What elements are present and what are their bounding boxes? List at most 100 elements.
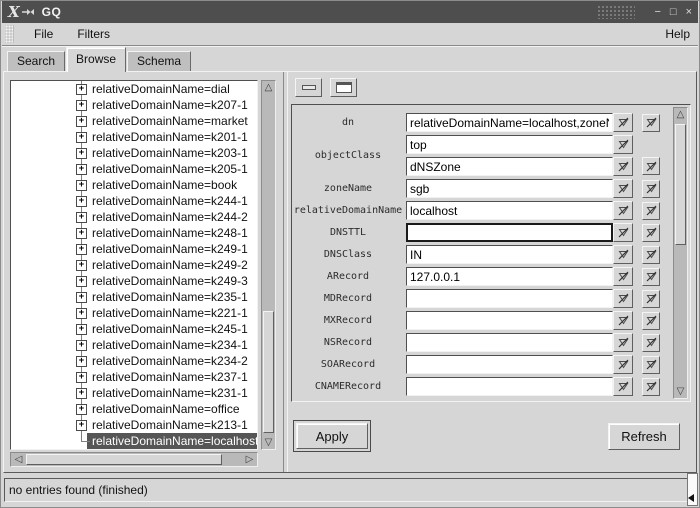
attribute-value-input[interactable] [406, 157, 613, 176]
expand-plus-icon[interactable]: + [76, 388, 87, 399]
attribute-value-input[interactable] [406, 179, 613, 198]
expand-entry-button[interactable] [330, 78, 357, 97]
expand-plus-icon[interactable]: + [76, 148, 87, 159]
scrollbar-thumb[interactable] [26, 454, 222, 465]
tree-row[interactable]: + relativeDomainName=k237-1 [11, 369, 257, 385]
scroll-up-icon[interactable]: △ [262, 81, 275, 94]
tree-row[interactable]: + relativeDomainName=k244-1 [11, 193, 257, 209]
tree-row[interactable]: + relativeDomainName=dial [11, 81, 257, 97]
value-edit-button[interactable] [613, 223, 633, 242]
scrollbar-thumb[interactable] [675, 124, 686, 245]
value-edit-button[interactable] [613, 355, 633, 374]
add-value-button[interactable] [642, 290, 660, 308]
add-value-button[interactable] [642, 334, 660, 352]
tree-row[interactable]: + relativeDomainName=office [11, 401, 257, 417]
tree-row[interactable]: + relativeDomainName=k235-1 [11, 289, 257, 305]
add-value-button[interactable] [642, 180, 660, 198]
expand-plus-icon[interactable]: + [76, 132, 87, 143]
expand-plus-icon[interactable]: + [76, 292, 87, 303]
apply-button[interactable]: Apply [296, 423, 368, 449]
expand-plus-icon[interactable]: + [76, 276, 87, 287]
attribute-value-input[interactable] [406, 355, 613, 374]
value-edit-button[interactable] [613, 179, 633, 198]
expand-plus-icon[interactable]: + [76, 100, 87, 111]
browse-tree[interactable]: + relativeDomainName=dial + relativeDoma… [10, 80, 258, 450]
add-value-button[interactable] [642, 312, 660, 330]
scroll-down-icon[interactable]: ▽ [674, 385, 687, 398]
add-value-button[interactable] [642, 224, 660, 242]
expand-plus-icon[interactable]: + [76, 116, 87, 127]
maximize-icon[interactable]: □ [670, 7, 677, 18]
attribute-value-input[interactable] [406, 223, 613, 242]
scroll-down-icon[interactable]: ▽ [262, 436, 275, 449]
value-edit-button[interactable] [613, 333, 633, 352]
attribute-value-input[interactable] [406, 311, 613, 330]
attribute-value-input[interactable] [406, 333, 613, 352]
tree-row[interactable]: + relativeDomainName=k234-2 [11, 353, 257, 369]
tree-row[interactable]: relativeDomainName=localhost [11, 433, 257, 449]
menu-filters[interactable]: Filters [65, 24, 122, 44]
attribute-value-input[interactable] [406, 201, 613, 220]
expand-plus-icon[interactable]: + [76, 356, 87, 367]
scroll-up-icon[interactable]: △ [674, 108, 687, 121]
scroll-left-icon[interactable]: ◁ [12, 453, 25, 466]
tree-row[interactable]: + relativeDomainName=k207-1 [11, 97, 257, 113]
form-vertical-scrollbar[interactable]: △ ▽ [673, 107, 688, 399]
collapse-entry-button[interactable] [295, 78, 322, 97]
tree-row[interactable]: + relativeDomainName=market [11, 113, 257, 129]
attribute-value-input[interactable] [406, 267, 613, 286]
scroll-right-icon[interactable]: ▷ [243, 453, 256, 466]
expand-plus-icon[interactable]: + [76, 260, 87, 271]
tree-vertical-scrollbar[interactable]: △ ▽ [261, 80, 276, 450]
tree-horizontal-scrollbar[interactable]: ◁ ▷ [10, 452, 258, 467]
add-value-button[interactable] [642, 202, 660, 220]
tree-row[interactable]: + relativeDomainName=k244-2 [11, 209, 257, 225]
expand-plus-icon[interactable]: + [76, 212, 87, 223]
expand-plus-icon[interactable]: + [76, 228, 87, 239]
scrollbar-thumb[interactable] [263, 311, 274, 433]
tree-row[interactable]: + relativeDomainName=k221-1 [11, 305, 257, 321]
attribute-value-input[interactable] [406, 135, 613, 154]
value-edit-button[interactable] [613, 201, 633, 220]
add-value-button[interactable] [642, 157, 660, 175]
value-edit-button[interactable] [613, 113, 633, 132]
attribute-value-input[interactable] [406, 245, 613, 264]
value-edit-button[interactable] [613, 267, 633, 286]
add-value-button[interactable] [642, 378, 660, 396]
value-edit-button[interactable] [613, 311, 633, 330]
expand-plus-icon[interactable]: + [76, 420, 87, 431]
expand-plus-icon[interactable]: + [76, 84, 87, 95]
value-edit-button[interactable] [613, 245, 633, 264]
tree-row[interactable]: + relativeDomainName=k234-1 [11, 337, 257, 353]
tree-row[interactable]: + relativeDomainName=k201-1 [11, 129, 257, 145]
expand-plus-icon[interactable]: + [76, 244, 87, 255]
pane-splitter[interactable] [283, 72, 288, 472]
close-icon[interactable]: × [686, 7, 692, 18]
tab-search[interactable]: Search [7, 51, 65, 72]
value-edit-button[interactable] [613, 377, 633, 396]
value-edit-button[interactable] [613, 289, 633, 308]
tree-row[interactable]: + relativeDomainName=k213-1 [11, 417, 257, 433]
menu-file[interactable]: File [22, 24, 65, 44]
tab-browse[interactable]: Browse [66, 47, 126, 72]
add-value-button[interactable] [642, 356, 660, 374]
add-value-button[interactable] [642, 114, 660, 132]
expand-plus-icon[interactable]: + [76, 324, 87, 335]
tab-schema[interactable]: Schema [127, 51, 191, 72]
expand-plus-icon[interactable]: + [76, 372, 87, 383]
tree-row[interactable]: + relativeDomainName=k248-1 [11, 225, 257, 241]
tree-row[interactable]: + relativeDomainName=k231-1 [11, 385, 257, 401]
attribute-value-input[interactable] [406, 377, 613, 396]
titlebar[interactable]: X GQ − □ × [2, 1, 698, 23]
tree-row[interactable]: + relativeDomainName=k249-3 [11, 273, 257, 289]
tree-row[interactable]: + relativeDomainName=k249-2 [11, 257, 257, 273]
menu-grip[interactable] [5, 25, 14, 43]
tree-row[interactable]: + relativeDomainName=k249-1 [11, 241, 257, 257]
value-edit-button[interactable] [613, 135, 633, 154]
minimize-icon[interactable]: − [654, 7, 660, 18]
expand-plus-icon[interactable]: + [76, 196, 87, 207]
expand-plus-icon[interactable]: + [76, 164, 87, 175]
add-value-button[interactable] [642, 268, 660, 286]
tree-row[interactable]: + relativeDomainName=book [11, 177, 257, 193]
value-edit-button[interactable] [613, 157, 633, 176]
